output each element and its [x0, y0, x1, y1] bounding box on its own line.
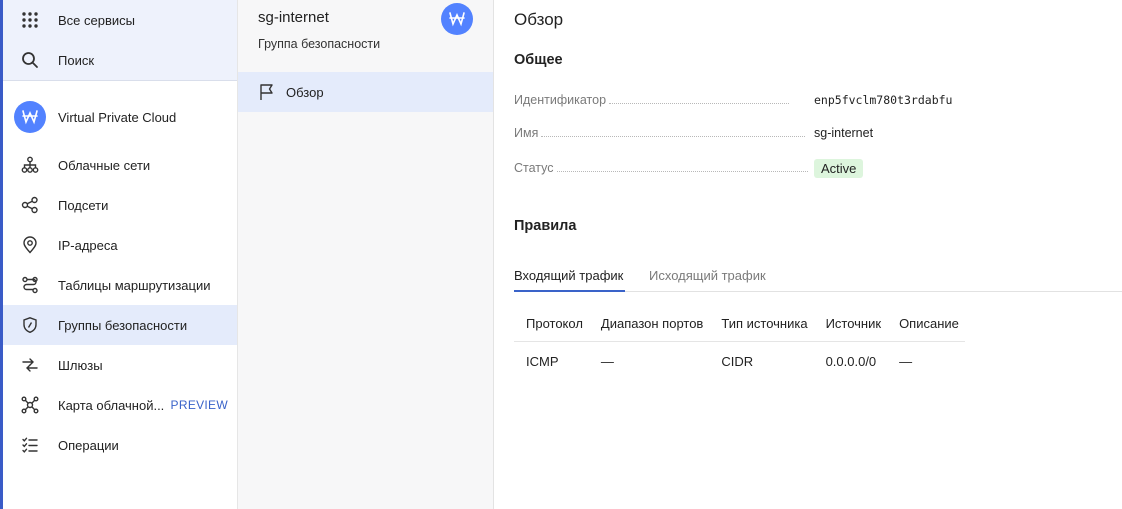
sidebar-item-label: Операции [58, 437, 119, 453]
traffic-tabs: Входящий трафик Исходящий трафик [514, 262, 1122, 292]
leader-dots [556, 170, 808, 172]
table-row[interactable]: ICMP — CIDR 0.0.0.0/0 — [514, 341, 965, 382]
resource-panel: sg-internet Группа безопасности Обзор [238, 0, 494, 509]
resource-nav-overview[interactable]: Обзор [238, 72, 493, 112]
field-label: Имя [514, 126, 539, 140]
sidebar-item-label: Поиск [58, 52, 95, 68]
column-header: Тип источника [709, 306, 814, 342]
route-icon [19, 274, 41, 296]
cell-protocol: ICMP [526, 354, 559, 370]
column-header: Диапазон портов [588, 306, 710, 342]
tab-egress[interactable]: Исходящий трафик [649, 262, 766, 292]
preview-badge: PREVIEW [170, 398, 228, 412]
field-row-name: Имя sg-internet [514, 123, 954, 143]
sidebar-item-cloud-map[interactable]: Карта облачной... PREVIEW [3, 385, 237, 425]
column-header: Протокол [514, 306, 589, 342]
leader-dots [609, 102, 790, 104]
sidebar-item-security-groups[interactable]: Группы безопасности [3, 305, 237, 345]
sidebar-item-cloud-networks[interactable]: Облачные сети [3, 145, 237, 185]
list-check-icon [19, 434, 41, 456]
column-header: Описание [887, 306, 965, 342]
sidebar-item-subnets[interactable]: Подсети [3, 185, 237, 225]
field-row-status: Статус Active [514, 158, 954, 178]
network-icon [19, 154, 41, 176]
sidebar-item-label: Группы безопасности [58, 317, 188, 333]
sidebar-item-all-services[interactable]: Все сервисы [3, 0, 237, 40]
table-header-row: Протокол Диапазон портов Тип источника И… [514, 306, 965, 342]
rules-heading: Правила [514, 218, 577, 234]
sidebar-item-operations[interactable]: Операции [3, 425, 237, 465]
search-icon [19, 49, 41, 71]
sidebar-item-label: IP-адреса [58, 237, 118, 253]
cell-description: — [899, 354, 913, 370]
sidebar-item-gateways[interactable]: Шлюзы [3, 345, 237, 385]
cell-source-type: CIDR [721, 354, 754, 370]
sidebar: Все сервисы Поиск Virtual Private Cloud [3, 0, 238, 509]
sidebar-item-label: Все сервисы [58, 12, 135, 28]
tab-ingress[interactable]: Входящий трафик [514, 262, 625, 292]
grid-icon [19, 9, 41, 31]
page-title: Обзор [514, 10, 564, 29]
map-graph-icon [19, 394, 41, 416]
resource-name: sg-internet [258, 9, 329, 26]
service-name: Virtual Private Cloud [58, 109, 177, 125]
status-badge: Active [814, 158, 864, 178]
general-heading: Общее [514, 52, 563, 68]
sidebar-service-header[interactable]: Virtual Private Cloud [3, 89, 237, 145]
flag-icon [258, 83, 276, 101]
main-content: Обзор Общее Идентификатор enp5fvclm780t3… [495, 0, 1122, 509]
sidebar-item-label: Карта облачной... [58, 397, 165, 413]
sidebar-item-ip-addresses[interactable]: IP-адреса [3, 225, 237, 265]
field-label: Идентификатор [514, 93, 607, 107]
column-header: Источник [813, 306, 888, 342]
app-root: Все сервисы Поиск Virtual Private Cloud [0, 0, 1122, 509]
sidebar-item-label: Шлюзы [58, 357, 103, 373]
sidebar-item-route-tables[interactable]: Таблицы маршрутизации [3, 265, 237, 305]
cell-port-range: — [600, 354, 614, 370]
sidebar-item-label: Облачные сети [58, 157, 151, 173]
vpc-logo-icon [441, 3, 473, 35]
subnets-icon [19, 194, 41, 216]
resource-type: Группа безопасности [258, 37, 381, 51]
resource-nav-label: Обзор [286, 84, 324, 100]
leader-dots [541, 135, 806, 137]
rules-table: Протокол Диапазон портов Тип источника И… [514, 306, 965, 382]
shield-icon [19, 314, 41, 336]
vpc-logo-icon [14, 101, 46, 133]
arrows-icon [19, 354, 41, 376]
field-row-id: Идентификатор enp5fvclm780t3rdabfu [514, 90, 954, 110]
sidebar-item-search[interactable]: Поиск [3, 40, 237, 80]
sidebar-item-label: Подсети [58, 197, 109, 213]
sidebar-top-section: Все сервисы Поиск [3, 0, 237, 81]
location-pin-icon [19, 234, 41, 256]
field-value-name: sg-internet [814, 126, 874, 140]
sidebar-item-label: Таблицы маршрутизации [58, 277, 211, 293]
cell-source: 0.0.0.0/0 [825, 354, 877, 370]
field-label: Статус [514, 161, 554, 175]
field-value-id[interactable]: enp5fvclm780t3rdabfu [814, 93, 952, 107]
